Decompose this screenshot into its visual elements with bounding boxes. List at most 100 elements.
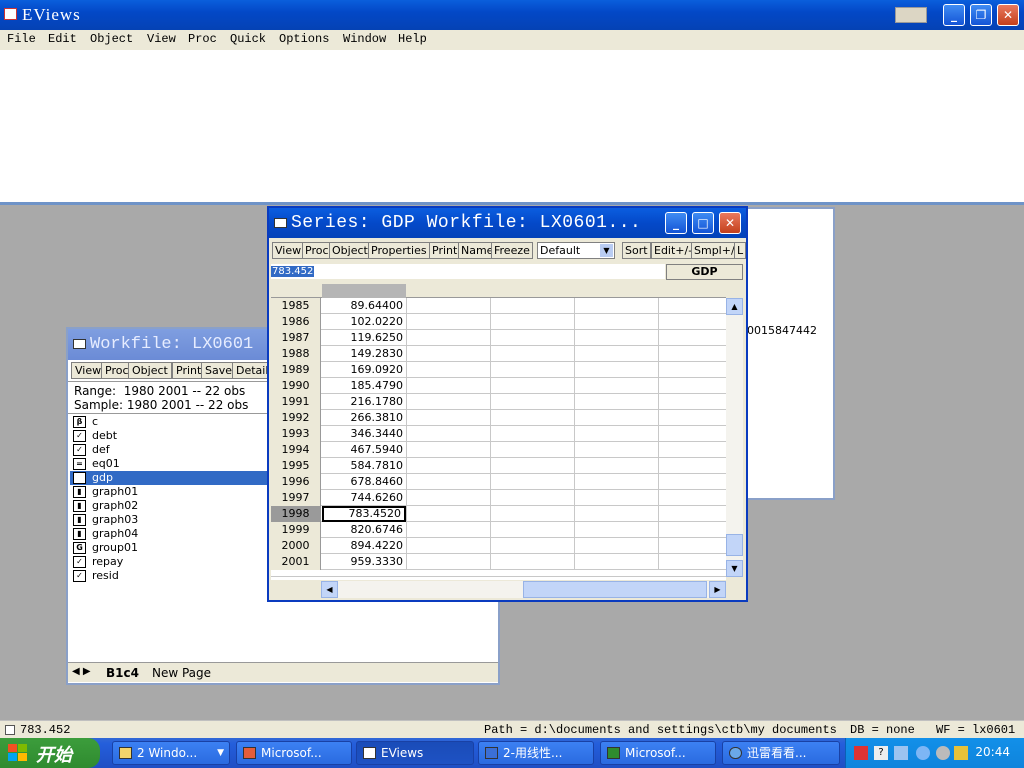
empty-cell[interactable] bbox=[574, 394, 658, 410]
row-value[interactable]: 266.3810 bbox=[322, 410, 406, 426]
empty-cell[interactable] bbox=[574, 538, 658, 554]
empty-cell[interactable] bbox=[574, 442, 658, 458]
table-row[interactable]: 1997 744.6260 bbox=[271, 490, 726, 506]
empty-cell[interactable] bbox=[490, 394, 574, 410]
wf-save-button[interactable]: Save bbox=[201, 362, 237, 379]
table-row[interactable]: 1987 119.6250 bbox=[271, 330, 726, 346]
menu-view[interactable]: View bbox=[147, 32, 176, 46]
series-grid[interactable]: 1985 89.64400 1986 102.0220 1987 119.6250 1988… bbox=[271, 284, 726, 580]
empty-cell[interactable] bbox=[490, 378, 574, 394]
clock[interactable]: 20:44 bbox=[975, 745, 1010, 759]
wf-object-graph04[interactable]: ▮ graph04 bbox=[70, 527, 280, 541]
series-minimize-button[interactable]: _ bbox=[665, 212, 687, 234]
empty-cell[interactable] bbox=[406, 474, 490, 490]
row-value[interactable]: 216.1780 bbox=[322, 394, 406, 410]
wf-object-resid[interactable]: ✓ resid bbox=[70, 569, 280, 583]
empty-cell[interactable] bbox=[658, 490, 726, 506]
shield-icon[interactable] bbox=[954, 746, 968, 760]
empty-cell[interactable] bbox=[658, 378, 726, 394]
empty-cell[interactable] bbox=[658, 426, 726, 442]
empty-cell[interactable] bbox=[574, 346, 658, 362]
empty-cell[interactable] bbox=[658, 522, 726, 538]
empty-cell[interactable] bbox=[574, 410, 658, 426]
scroll-up-icon[interactable]: ▲ bbox=[726, 298, 743, 315]
wf-view-button[interactable]: View bbox=[71, 362, 106, 379]
row-value[interactable]: 169.0920 bbox=[322, 362, 406, 378]
empty-cell[interactable] bbox=[490, 506, 574, 522]
empty-cell[interactable] bbox=[406, 362, 490, 378]
network-icon[interactable] bbox=[894, 746, 908, 760]
row-value[interactable]: 678.8460 bbox=[322, 474, 406, 490]
menu-object[interactable]: Object bbox=[90, 32, 133, 46]
empty-cell[interactable] bbox=[490, 490, 574, 506]
wf-object-gdp[interactable]: ✓ gdp bbox=[70, 471, 280, 485]
empty-cell[interactable] bbox=[406, 522, 490, 538]
empty-cell[interactable] bbox=[658, 474, 726, 490]
wf-object-c[interactable]: βc bbox=[70, 415, 280, 429]
empty-cell[interactable] bbox=[406, 330, 490, 346]
wf-object-debt[interactable]: ✓ debt bbox=[70, 429, 280, 443]
empty-cell[interactable] bbox=[406, 490, 490, 506]
empty-cell[interactable] bbox=[658, 330, 726, 346]
task-microsoft-1[interactable]: Microsof... bbox=[236, 741, 352, 765]
series-l-button[interactable]: L bbox=[734, 242, 747, 259]
empty-cell[interactable] bbox=[490, 410, 574, 426]
table-row[interactable]: 1986 102.0220 bbox=[271, 314, 726, 330]
series-edit-button[interactable]: Edit+/- bbox=[651, 242, 696, 259]
empty-cell[interactable] bbox=[574, 298, 658, 314]
empty-cell[interactable] bbox=[658, 458, 726, 474]
row-value[interactable]: 744.6260 bbox=[322, 490, 406, 506]
table-row[interactable]: 1993 346.3440 bbox=[271, 426, 726, 442]
series-properties-button[interactable]: Properties bbox=[368, 242, 430, 259]
menu-quick[interactable]: Quick bbox=[230, 32, 266, 46]
series-title-bar[interactable]: Series: GDP Workfile: LX0601... _ □ ✕ bbox=[269, 208, 746, 238]
empty-cell[interactable] bbox=[658, 298, 726, 314]
row-value[interactable]: 149.2830 bbox=[322, 346, 406, 362]
empty-cell[interactable] bbox=[574, 314, 658, 330]
wf-object-repay[interactable]: ✓ repay bbox=[70, 555, 280, 569]
table-row[interactable]: 1996 678.8460 bbox=[271, 474, 726, 490]
empty-cell[interactable] bbox=[490, 314, 574, 330]
row-value[interactable]: 467.5940 bbox=[322, 442, 406, 458]
scroll-right-icon[interactable]: ▶ bbox=[709, 581, 726, 598]
empty-cell[interactable] bbox=[574, 522, 658, 538]
wf-object-group01[interactable]: Ggroup01 bbox=[70, 541, 280, 555]
empty-cell[interactable] bbox=[658, 442, 726, 458]
empty-cell[interactable] bbox=[490, 426, 574, 442]
empty-cell[interactable] bbox=[574, 330, 658, 346]
scroll-left-icon[interactable]: ◀ bbox=[321, 581, 338, 598]
empty-cell[interactable] bbox=[658, 410, 726, 426]
row-value[interactable]: 894.4220 bbox=[322, 538, 406, 554]
close-button[interactable]: ✕ bbox=[997, 4, 1019, 26]
format-select[interactable]: Default ▼ bbox=[537, 242, 615, 259]
table-row[interactable]: 1995 584.7810 bbox=[271, 458, 726, 474]
row-value[interactable]: 959.3330 bbox=[322, 554, 406, 570]
scroll-down-icon[interactable]: ▼ bbox=[726, 560, 743, 577]
empty-cell[interactable] bbox=[574, 474, 658, 490]
help-icon[interactable]: ? bbox=[874, 746, 888, 760]
table-row[interactable]: 1991 216.1780 bbox=[271, 394, 726, 410]
empty-cell[interactable] bbox=[490, 538, 574, 554]
background-window[interactable]: 0015847442 bbox=[745, 207, 835, 500]
menu-window[interactable]: Window bbox=[343, 32, 386, 46]
wf-object-def[interactable]: ✓ def bbox=[70, 443, 280, 457]
menu-proc[interactable]: Proc bbox=[188, 32, 217, 46]
table-row[interactable]: 1999 820.6746 bbox=[271, 522, 726, 538]
empty-cell[interactable] bbox=[490, 522, 574, 538]
empty-cell[interactable] bbox=[406, 346, 490, 362]
row-value[interactable]: 584.7810 bbox=[322, 458, 406, 474]
table-row[interactable]: 1989 169.0920 bbox=[271, 362, 726, 378]
menu-edit[interactable]: Edit bbox=[48, 32, 77, 46]
empty-cell[interactable] bbox=[658, 538, 726, 554]
scroll-thumb[interactable] bbox=[726, 534, 743, 556]
empty-cell[interactable] bbox=[490, 554, 574, 570]
tab-new-page[interactable]: New Page bbox=[152, 666, 211, 680]
tab-b1c4[interactable]: B1c4 bbox=[106, 666, 139, 680]
vertical-scrollbar[interactable]: ▲ ▼ bbox=[726, 298, 743, 577]
row-value[interactable]: 820.6746 bbox=[322, 522, 406, 538]
wf-object-eq01[interactable]: = eq01 bbox=[70, 457, 280, 471]
table-row[interactable]: 1988 149.2830 bbox=[271, 346, 726, 362]
wf-object-button[interactable]: Object bbox=[128, 362, 172, 379]
row-value[interactable]: 119.6250 bbox=[322, 330, 406, 346]
table-row[interactable]: 2001 959.3330 bbox=[271, 554, 726, 570]
